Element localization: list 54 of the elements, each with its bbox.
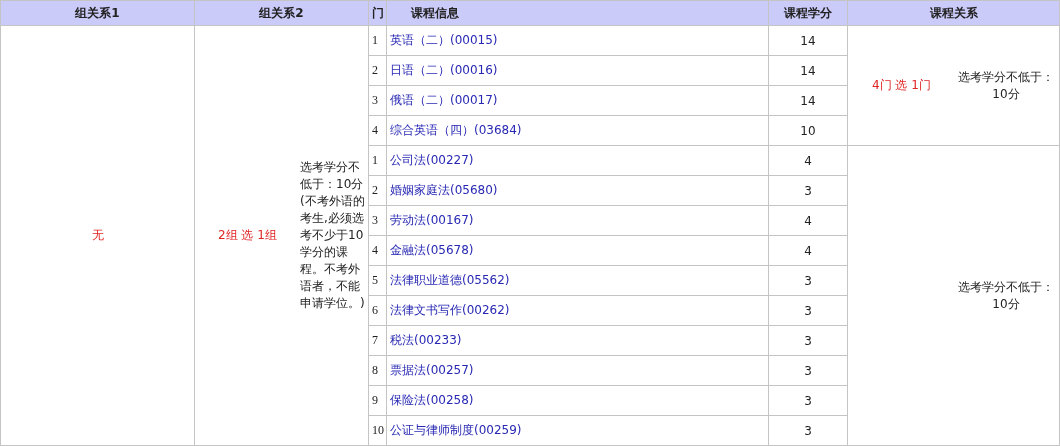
course-link[interactable]: 婚姻家庭法(05680) <box>387 183 498 197</box>
course-index: 8 <box>371 363 378 377</box>
column-header: 课程信息 <box>410 4 459 22</box>
course-credits: 14 <box>800 33 816 48</box>
course-index: 4 <box>371 243 378 257</box>
course-link[interactable]: 票据法(00257) <box>387 363 474 377</box>
course-credits: 3 <box>804 273 812 288</box>
course-credits: 4 <box>804 153 812 168</box>
credit-note: 选考学分不低于：10分 <box>957 278 1055 313</box>
course-credits: 3 <box>804 183 812 198</box>
course-relation: 4门 选 1门 <box>872 77 931 94</box>
course-index: 1 <box>371 33 378 47</box>
course-credits: 3 <box>804 303 812 318</box>
course-index: 2 <box>371 63 378 77</box>
course-index: 2 <box>371 183 378 197</box>
course-link[interactable]: 保险法(00258) <box>387 393 474 407</box>
course-index: 3 <box>371 93 378 107</box>
course-credits: 3 <box>804 333 812 348</box>
column-header: 组关系2 <box>259 4 304 22</box>
course-link[interactable]: 法律文书写作(00262) <box>387 303 510 317</box>
column-header: 门 <box>371 4 384 22</box>
course-link[interactable]: 公证与律师制度(00259) <box>387 423 522 437</box>
course-credits: 3 <box>804 363 812 378</box>
course-index: 6 <box>371 303 378 317</box>
course-credits: 4 <box>804 243 812 258</box>
course-link[interactable]: 公司法(00227) <box>387 153 474 167</box>
course-credits: 4 <box>804 213 812 228</box>
course-link[interactable]: 法律职业道德(05562) <box>387 273 510 287</box>
course-link[interactable]: 日语（二）(00016) <box>387 63 498 77</box>
course-index: 7 <box>371 333 378 347</box>
course-link[interactable]: 税法(00233) <box>387 333 462 347</box>
course-link[interactable]: 英语（二）(00015) <box>387 33 498 47</box>
column-header: 组关系1 <box>75 4 120 22</box>
course-link[interactable]: 俄语（二）(00017) <box>387 93 498 107</box>
course-index: 9 <box>371 393 378 407</box>
course-index: 5 <box>371 273 378 287</box>
course-credits: 10 <box>800 123 816 138</box>
column-header: 课程学分 <box>784 4 832 22</box>
group-relation: 无 <box>91 228 104 242</box>
course-link[interactable]: 劳动法(00167) <box>387 213 474 227</box>
course-credits: 3 <box>804 423 812 438</box>
group-note: 选考学分不低于：10分 (不考外语的考生,必须选考不少于10学分的课程。不考外语者，不能申请学位。) <box>300 159 366 312</box>
credit-note: 选考学分不低于：10分 <box>957 68 1055 103</box>
course-index: 4 <box>371 123 378 137</box>
course-index: 1 <box>371 153 378 167</box>
course-link[interactable]: 综合英语（四）(03684) <box>387 123 522 137</box>
course-link[interactable]: 金融法(05678) <box>387 243 474 257</box>
course-credits: 14 <box>800 63 816 78</box>
course-index: 3 <box>371 213 378 227</box>
group-relation: 2组 选 1组 <box>218 227 277 244</box>
column-header: 课程关系 <box>929 4 978 22</box>
course-credits: 3 <box>804 393 812 408</box>
course-credits: 14 <box>800 93 816 108</box>
course-index: 10 <box>371 423 384 437</box>
